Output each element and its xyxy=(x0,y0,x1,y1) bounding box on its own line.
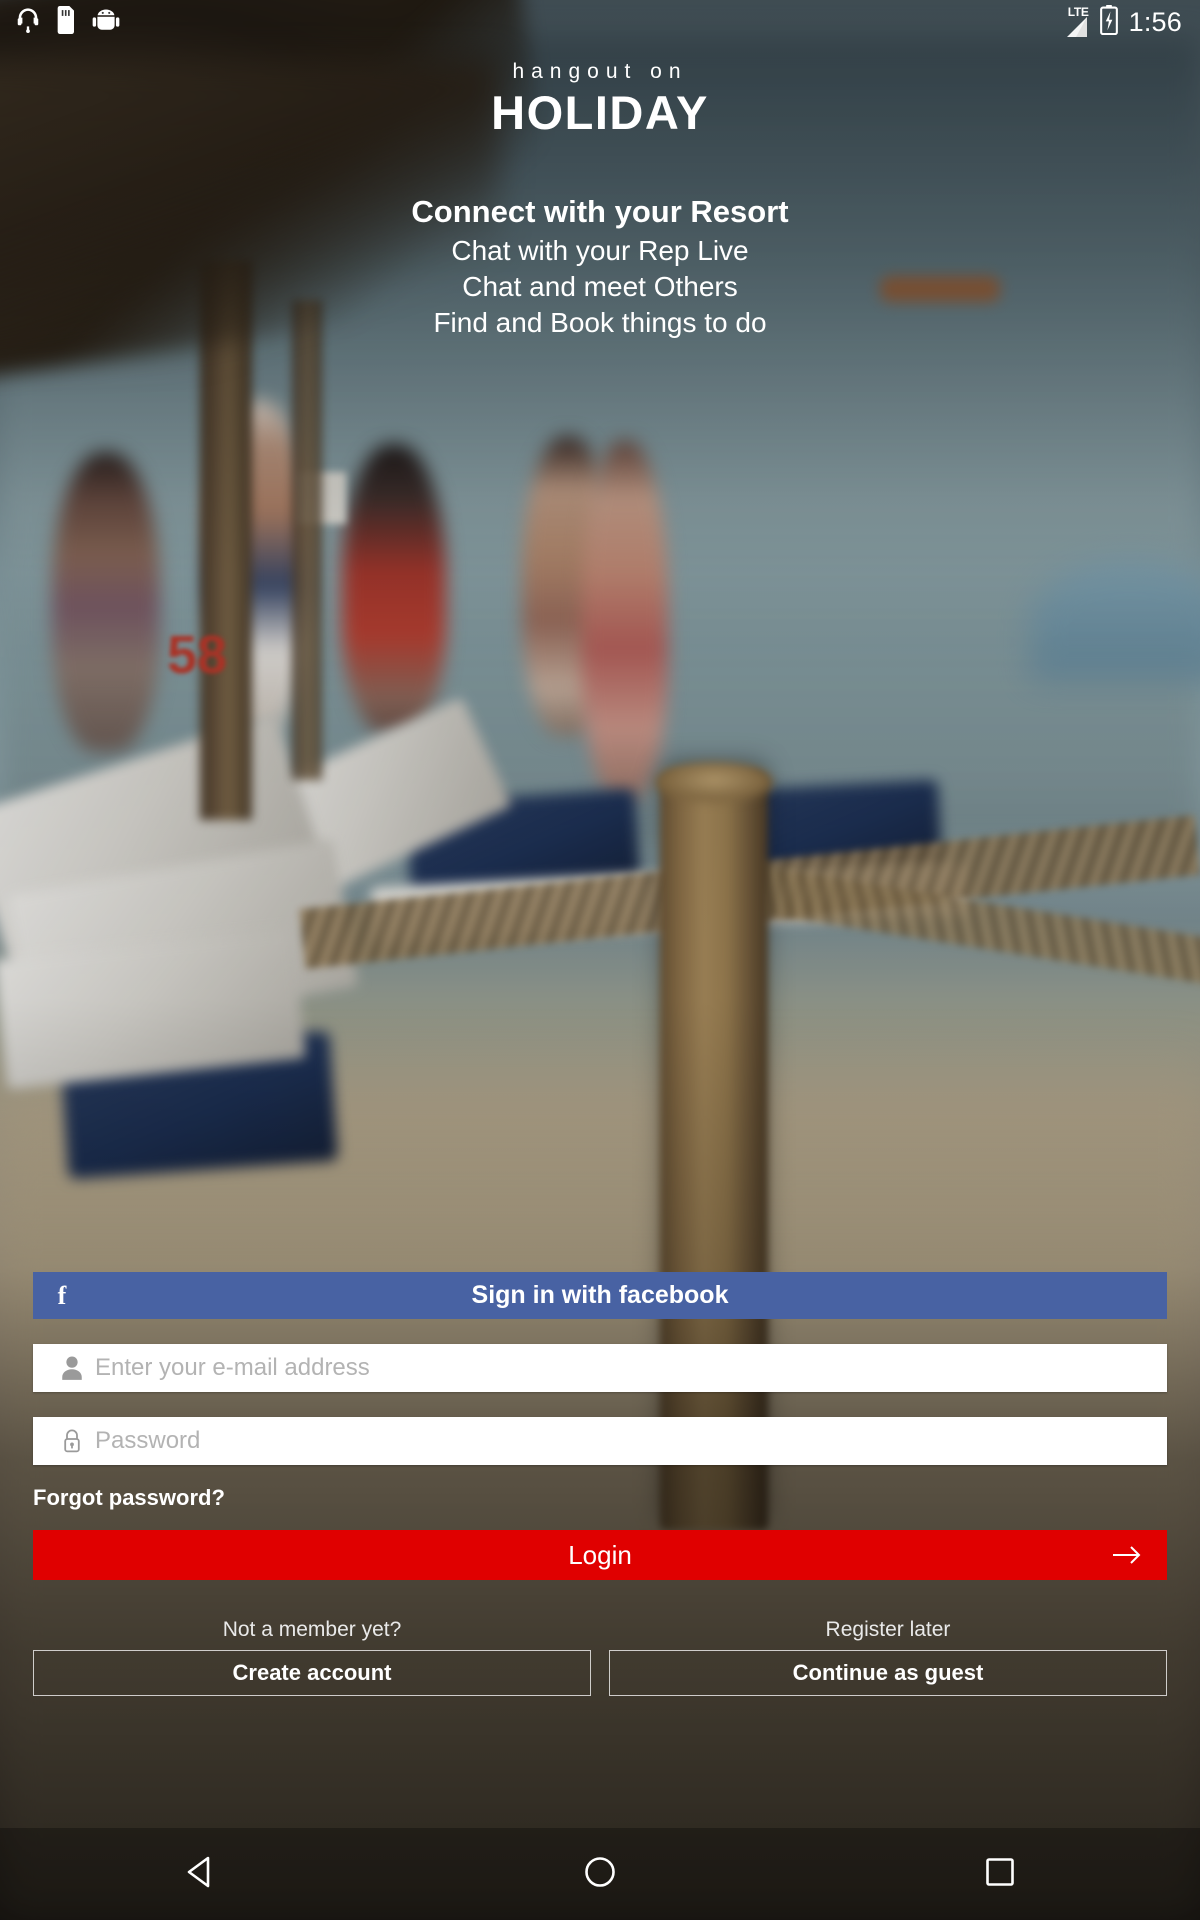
login-button[interactable]: Login xyxy=(33,1530,1167,1580)
nav-back-button[interactable] xyxy=(120,1854,280,1895)
tagline-line-3: Chat and meet Others xyxy=(462,270,738,302)
alternative-actions: Not a member yet? Create account Registe… xyxy=(33,1618,1167,1696)
tagline-line-1: Connect with your Resort xyxy=(411,194,789,229)
facebook-signin-button[interactable]: f Sign in with facebook xyxy=(33,1272,1167,1319)
status-bar-left-icons xyxy=(14,5,120,39)
sd-card-icon xyxy=(56,5,78,39)
back-triangle-icon xyxy=(183,1854,217,1895)
forgot-password-link[interactable]: Forgot password? xyxy=(33,1485,225,1511)
app-logo: hangout on HOLIDAY xyxy=(0,60,1200,137)
arrow-right-icon xyxy=(1111,1544,1143,1566)
create-account-button[interactable]: Create account xyxy=(33,1650,591,1696)
person-icon xyxy=(49,1355,95,1381)
login-button-label: Login xyxy=(568,1539,632,1570)
nav-home-button[interactable] xyxy=(520,1855,680,1894)
login-screen: hangout on HOLIDAY Connect with your Res… xyxy=(0,0,1200,1920)
password-input[interactable] xyxy=(95,1427,1167,1455)
tagline-line-4: Find and Book things to do xyxy=(433,306,767,338)
nav-recents-button[interactable] xyxy=(920,1856,1080,1893)
headset-icon xyxy=(14,6,42,39)
brand-name: HOLIDAY xyxy=(491,86,709,139)
recents-square-icon xyxy=(984,1856,1016,1893)
password-field-wrapper[interactable] xyxy=(33,1417,1167,1465)
android-debug-icon xyxy=(92,7,120,38)
lock-icon xyxy=(49,1428,95,1454)
facebook-f-icon: f xyxy=(57,1280,67,1310)
email-input[interactable] xyxy=(95,1354,1167,1382)
create-account-group: Not a member yet? Create account xyxy=(33,1618,591,1696)
status-bar-right-icons: LTE 1:56 xyxy=(1063,4,1182,40)
tagline-block: Connect with your Resort Chat with your … xyxy=(0,192,1200,340)
brand-subtitle: hangout on xyxy=(512,60,688,83)
continue-as-guest-group: Register later Continue as guest xyxy=(609,1618,1167,1696)
create-account-hint: Not a member yet? xyxy=(222,1618,402,1641)
email-field-wrapper[interactable] xyxy=(33,1344,1167,1392)
login-form: f Sign in with facebook Enter your e-mai… xyxy=(33,1272,1167,1696)
status-bar: LTE 1:56 xyxy=(0,0,1200,44)
tagline-line-2: Chat with your Rep Live xyxy=(451,234,749,266)
lte-signal-icon: LTE xyxy=(1063,6,1089,38)
status-bar-clock: 1:56 xyxy=(1128,6,1182,37)
continue-as-guest-button[interactable]: Continue as guest xyxy=(609,1650,1167,1696)
android-navigation-bar xyxy=(0,1828,1200,1920)
battery-charging-icon xyxy=(1099,4,1119,40)
facebook-signin-label: Sign in with facebook xyxy=(471,1281,729,1309)
continue-as-guest-hint: Register later xyxy=(825,1618,951,1641)
home-circle-icon xyxy=(583,1855,617,1894)
